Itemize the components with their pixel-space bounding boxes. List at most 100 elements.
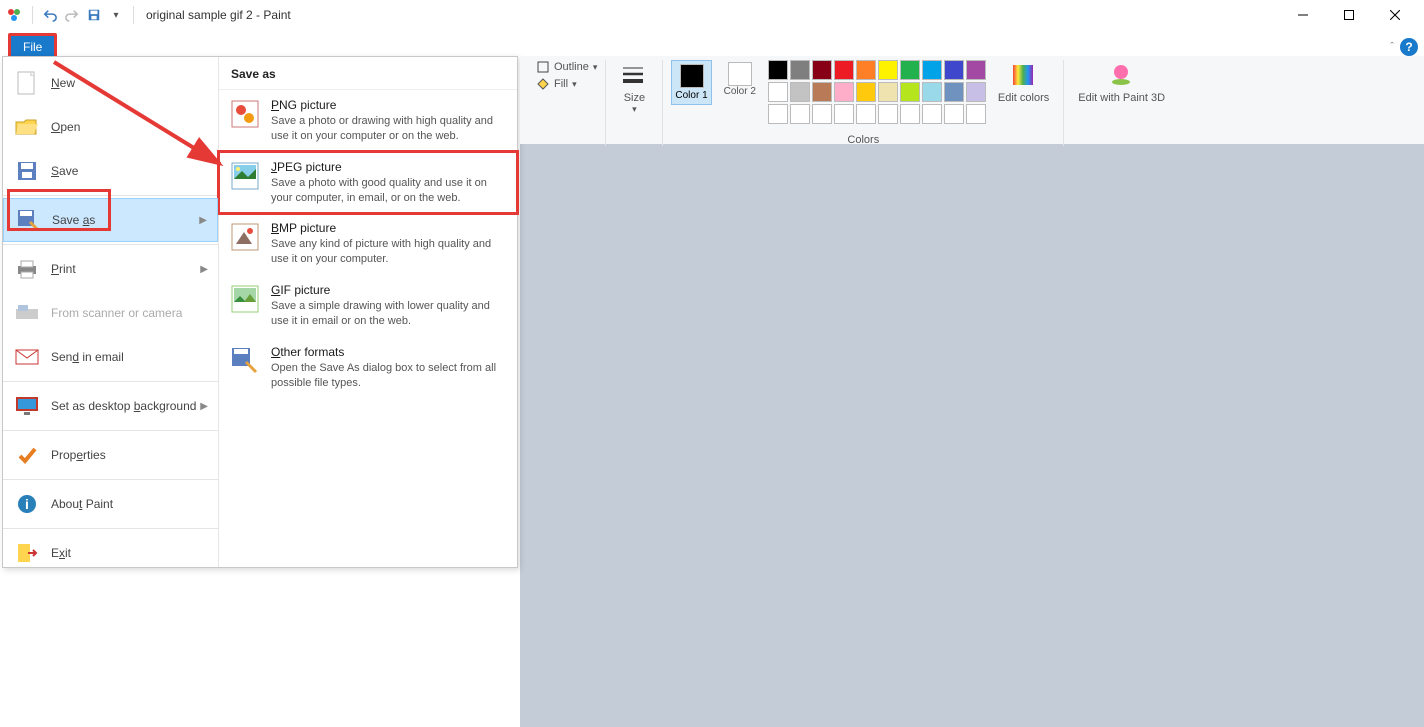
palette-swatch[interactable] (856, 82, 876, 102)
palette-swatch[interactable] (812, 82, 832, 102)
edit-paint3d-button[interactable]: Edit with Paint 3D (1072, 60, 1171, 106)
palette-swatch-empty[interactable] (834, 104, 854, 124)
palette-swatch[interactable] (790, 60, 810, 80)
new-file-icon (13, 69, 41, 97)
file-menu-left-column: New Open Save Save as ▶ Print ▶ From sca… (3, 57, 219, 567)
saveas-gif[interactable]: GIF picture Save a simple drawing with l… (219, 275, 517, 337)
menu-item-desktop-bg[interactable]: Set as desktop background ▶ (3, 384, 218, 428)
open-folder-icon (13, 113, 41, 141)
size-group: Size ▾ (606, 60, 663, 146)
palette-swatch-empty[interactable] (878, 104, 898, 124)
maximize-button[interactable] (1326, 0, 1372, 30)
palette-swatch[interactable] (966, 60, 986, 80)
ribbon-help-row: ˆ ? (1390, 38, 1418, 56)
palette-swatch-empty[interactable] (790, 104, 810, 124)
palette-swatch[interactable] (900, 82, 920, 102)
save-as-icon (14, 206, 42, 234)
canvas-area[interactable] (520, 144, 1424, 727)
other-formats-icon (229, 345, 261, 377)
scanner-icon (13, 299, 41, 327)
submenu-arrow-icon: ▶ (200, 264, 208, 275)
help-icon[interactable]: ? (1400, 38, 1418, 56)
palette-swatch-empty[interactable] (856, 104, 876, 124)
save-floppy-icon (13, 157, 41, 185)
palette-swatch[interactable] (768, 60, 788, 80)
palette-swatch-empty[interactable] (768, 104, 788, 124)
menu-item-print[interactable]: Print ▶ (3, 247, 218, 291)
palette-swatch-empty[interactable] (900, 104, 920, 124)
jpeg-icon (229, 160, 261, 192)
file-menu: New Open Save Save as ▶ Print ▶ From sca… (2, 56, 518, 568)
palette-swatch[interactable] (834, 60, 854, 80)
separator (32, 6, 33, 24)
edit-colors-button[interactable]: Edit colors (992, 60, 1055, 106)
saveas-other[interactable]: Other formats Open the Save As dialog bo… (219, 337, 517, 399)
palette-swatch-empty[interactable] (944, 104, 964, 124)
saveas-png[interactable]: PNG picture Save a photo or drawing with… (219, 90, 517, 152)
palette-swatch[interactable] (900, 60, 920, 80)
palette-swatch-empty[interactable] (922, 104, 942, 124)
color2-button[interactable]: Color 2 (718, 60, 762, 99)
color1-button[interactable]: Color 1 (671, 60, 711, 105)
svg-text:i: i (25, 496, 29, 512)
palette-swatch-empty[interactable] (812, 104, 832, 124)
collapse-ribbon-icon[interactable]: ˆ (1390, 41, 1394, 53)
menu-item-new[interactable]: New (3, 61, 218, 105)
close-button[interactable] (1372, 0, 1418, 30)
palette-swatch[interactable] (944, 60, 964, 80)
palette-swatch[interactable] (790, 82, 810, 102)
palette-swatch[interactable] (922, 82, 942, 102)
redo-icon[interactable] (61, 4, 83, 26)
paint-app-icon (6, 7, 22, 23)
size-dropdown[interactable]: Size ▾ (614, 60, 654, 117)
undo-icon[interactable] (39, 4, 61, 26)
ribbon: Outline▾ Fill▾ Size ▾ Color 1 Color 2 (520, 56, 1424, 144)
fill-dropdown[interactable]: Fill▾ (536, 77, 597, 91)
save-icon[interactable] (83, 4, 105, 26)
saveas-bmp[interactable]: BMP picture Save any kind of picture wit… (219, 213, 517, 275)
saveas-jpeg[interactable]: JPEG picture Save a photo with good qual… (219, 152, 517, 214)
window-controls (1280, 0, 1418, 30)
menu-item-save[interactable]: Save (3, 149, 218, 193)
save-as-header: Save as (219, 57, 517, 90)
gif-icon (229, 283, 261, 315)
customize-qat-icon[interactable]: ▾ (105, 4, 127, 26)
menu-item-label: From scanner or camera (51, 306, 182, 320)
submenu-arrow-icon: ▶ (199, 215, 207, 226)
png-icon (229, 98, 261, 130)
menu-item-open[interactable]: Open (3, 105, 218, 149)
menu-item-exit[interactable]: Exit (3, 531, 218, 575)
info-icon: i (13, 490, 41, 518)
palette-swatch[interactable] (768, 82, 788, 102)
menu-item-about[interactable]: i About Paint (3, 482, 218, 526)
monitor-icon (13, 392, 41, 420)
menu-item-from-scanner: From scanner or camera (3, 291, 218, 335)
palette-swatch[interactable] (966, 82, 986, 102)
bmp-icon (229, 221, 261, 253)
outline-dropdown[interactable]: Outline▾ (536, 60, 597, 74)
palette-swatch[interactable] (878, 82, 898, 102)
separator (133, 6, 134, 24)
palette-swatch[interactable] (944, 82, 964, 102)
minimize-button[interactable] (1280, 0, 1326, 30)
paint3d-group: Edit with Paint 3D (1064, 60, 1179, 146)
menu-item-send-email[interactable]: Send in email (3, 335, 218, 379)
window-title: original sample gif 2 - Paint (146, 8, 291, 22)
submenu-arrow-icon: ▶ (200, 401, 208, 412)
menu-item-label: N (51, 76, 60, 90)
save-as-submenu: Save as PNG picture Save a photo or draw… (219, 57, 517, 567)
palette-swatch[interactable] (922, 60, 942, 80)
palette-swatch[interactable] (834, 82, 854, 102)
printer-icon (13, 255, 41, 283)
color-palette (768, 60, 986, 124)
menu-item-properties[interactable]: Properties (3, 433, 218, 477)
check-icon (13, 441, 41, 469)
exit-icon (13, 539, 41, 567)
palette-swatch[interactable] (878, 60, 898, 80)
envelope-icon (13, 343, 41, 371)
palette-swatch[interactable] (812, 60, 832, 80)
palette-swatch-empty[interactable] (966, 104, 986, 124)
palette-swatch[interactable] (856, 60, 876, 80)
menu-item-save-as[interactable]: Save as ▶ (3, 198, 218, 242)
titlebar: ▾ original sample gif 2 - Paint (0, 0, 1424, 30)
